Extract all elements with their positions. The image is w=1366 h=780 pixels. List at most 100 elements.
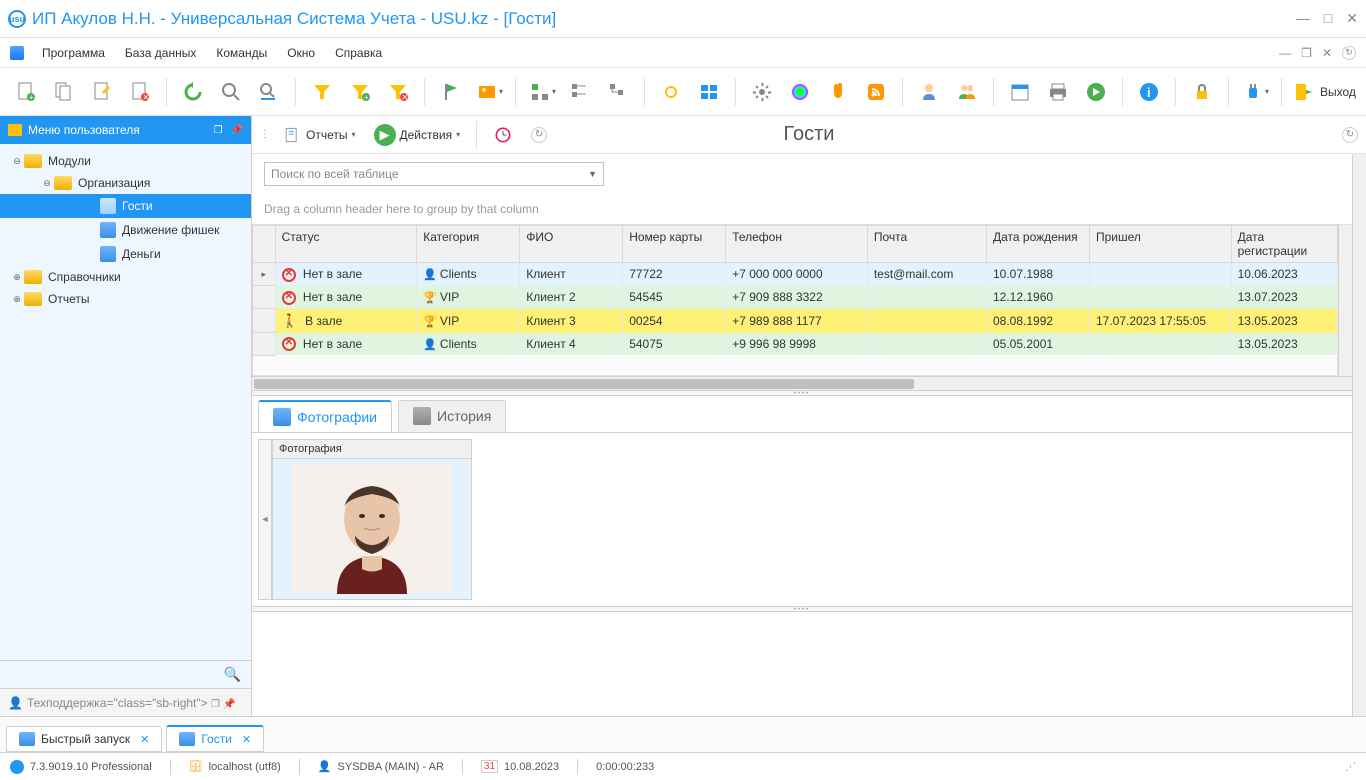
close-icon[interactable]: ✕ <box>242 733 251 746</box>
table-row[interactable]: Нет в зале👤ClientsКлиент 454075+9 996 98… <box>253 333 1338 356</box>
cell-birth: 10.07.1988 <box>986 263 1089 286</box>
filter-button[interactable] <box>306 76 338 108</box>
search-placeholder: Поиск по всей таблице <box>271 167 399 181</box>
cell-reg: 13.05.2023 <box>1231 309 1337 333</box>
svg-text:✕: ✕ <box>143 93 150 102</box>
flag-button[interactable] <box>435 76 467 108</box>
inner-close-button[interactable]: ✕ <box>1322 46 1332 60</box>
users-button[interactable] <box>951 76 983 108</box>
horizontal-scrollbar[interactable] <box>252 376 1352 390</box>
edit-doc-button[interactable] <box>86 76 118 108</box>
settings-button[interactable] <box>746 76 778 108</box>
tree-chips[interactable]: Движение фишек <box>0 218 251 242</box>
reports-dropdown[interactable]: Отчеты▾ <box>276 122 362 148</box>
tree-add-button[interactable]: ▾ <box>526 76 558 108</box>
tab-quickstart[interactable]: Быстрый запуск ✕ <box>6 726 162 752</box>
sidebar-dock-icon[interactable]: ❐ <box>214 125 223 136</box>
col-reg[interactable]: Дата регистрации <box>1231 226 1337 263</box>
sub-right-button[interactable]: ↻ <box>1342 127 1358 143</box>
small-circle-button[interactable] <box>655 76 687 108</box>
sidebar-title: Меню пользователя <box>28 123 140 137</box>
hand-button[interactable] <box>822 76 854 108</box>
tree-reports[interactable]: ⊕Отчеты <box>0 288 251 310</box>
calendar-button[interactable] <box>1004 76 1036 108</box>
group-by-hint[interactable]: Drag a column header here to group by th… <box>252 194 1352 225</box>
maximize-button[interactable]: □ <box>1324 10 1332 27</box>
panel-scrollbar[interactable] <box>1352 154 1366 716</box>
col-phone[interactable]: Телефон <box>726 226 868 263</box>
photo-prev-button[interactable]: ◄ <box>258 439 272 600</box>
sidebar-pin-icon[interactable]: 📌 <box>231 125 243 136</box>
tree-organization[interactable]: ⊖Организация <box>0 172 251 194</box>
grid-view-button[interactable] <box>693 76 725 108</box>
tab-photos[interactable]: Фотографии <box>258 400 392 432</box>
col-email[interactable]: Почта <box>867 226 986 263</box>
filter-add-button[interactable]: + <box>344 76 376 108</box>
trophy-icon: 🏆 <box>423 292 437 304</box>
search-icon[interactable]: 🔍 <box>224 666 241 683</box>
row-indicator: ▸ <box>253 263 276 286</box>
menu-window[interactable]: Окно <box>279 43 323 63</box>
plug-button[interactable]: ▾ <box>1239 76 1271 108</box>
table-row[interactable]: 🚶 В зале🏆VIPКлиент 300254+7 989 888 1177… <box>253 309 1338 333</box>
delete-doc-button[interactable]: ✕ <box>124 76 156 108</box>
inner-restore-button[interactable]: ❐ <box>1301 46 1312 60</box>
tree-refs[interactable]: ⊕Справочники <box>0 266 251 288</box>
col-came[interactable]: Пришел <box>1089 226 1231 263</box>
support-pin-icon[interactable]: 📌 <box>223 699 235 710</box>
exit-button[interactable]: Выход <box>1292 80 1356 104</box>
vertical-scrollbar[interactable] <box>1338 225 1352 376</box>
col-birth[interactable]: Дата рождения <box>986 226 1089 263</box>
tab-history[interactable]: История <box>398 400 506 432</box>
tree-guests[interactable]: Гости <box>0 194 251 218</box>
col-category[interactable]: Категория <box>417 226 520 263</box>
sub-refresh-button[interactable]: ↻ <box>525 124 553 146</box>
close-button[interactable]: ✕ <box>1346 10 1358 27</box>
support-bar[interactable]: 👤 Техподдержка ="class="sb-right"> ❐ 📌 <box>0 688 251 716</box>
close-icon[interactable]: ✕ <box>140 733 149 746</box>
table-row[interactable]: ▸ Нет в зале👤ClientsКлиент77722+7 000 00… <box>253 263 1338 286</box>
filter-clear-button[interactable]: ✕ <box>382 76 414 108</box>
tree-expand-button[interactable] <box>602 76 634 108</box>
inner-minimize-button[interactable]: — <box>1279 46 1291 60</box>
image-button[interactable]: ▾ <box>473 76 505 108</box>
sub-menu-icon[interactable]: ⋮ <box>260 129 270 140</box>
book-icon <box>413 407 431 425</box>
col-card[interactable]: Номер карты <box>623 226 726 263</box>
table-row[interactable]: Нет в зале🏆VIPКлиент 254545+7 909 888 33… <box>253 286 1338 309</box>
inner-help-button[interactable]: ↻ <box>1342 46 1356 60</box>
menu-database[interactable]: База данных <box>117 43 204 63</box>
photo-card[interactable]: Фотография <box>272 439 472 600</box>
tree-money[interactable]: Деньги <box>0 242 251 266</box>
info-button[interactable]: i <box>1133 76 1165 108</box>
support-dock-icon[interactable]: ❐ <box>211 699 220 710</box>
tab-guests-bottom[interactable]: Гости ✕ <box>166 725 264 752</box>
search-input[interactable]: Поиск по всей таблице ▼ <box>264 162 604 186</box>
menu-commands[interactable]: Команды <box>208 43 275 63</box>
minimize-button[interactable]: — <box>1296 10 1310 27</box>
copy-doc-button[interactable] <box>48 76 80 108</box>
col-fio[interactable]: ФИО <box>520 226 623 263</box>
user-button[interactable] <box>913 76 945 108</box>
resize-grip[interactable]: ⋰ <box>1345 760 1356 773</box>
menu-program[interactable]: Программа <box>34 43 113 63</box>
print-button[interactable] <box>1042 76 1074 108</box>
tree-modules[interactable]: ⊖Модули <box>0 150 251 172</box>
color-button[interactable] <box>784 76 816 108</box>
cell-birth: 12.12.1960 <box>986 286 1089 309</box>
lock-button[interactable] <box>1186 76 1218 108</box>
folder-icon <box>54 176 72 190</box>
go-button[interactable] <box>1080 76 1112 108</box>
refresh-button[interactable] <box>177 76 209 108</box>
rss-button[interactable] <box>860 76 892 108</box>
tree-collapse-button[interactable] <box>564 76 596 108</box>
new-doc-button[interactable]: + <box>10 76 42 108</box>
chevron-down-icon[interactable]: ▼ <box>588 169 597 179</box>
menu-help[interactable]: Справка <box>327 43 390 63</box>
actions-dropdown[interactable]: ▶ Действия▾ <box>368 121 467 149</box>
clock-button[interactable] <box>487 122 519 148</box>
search-list-button[interactable] <box>253 76 285 108</box>
search-button[interactable] <box>215 76 247 108</box>
splitter-bottom[interactable]: •••• <box>252 606 1352 612</box>
col-status[interactable]: Статус <box>275 226 417 263</box>
